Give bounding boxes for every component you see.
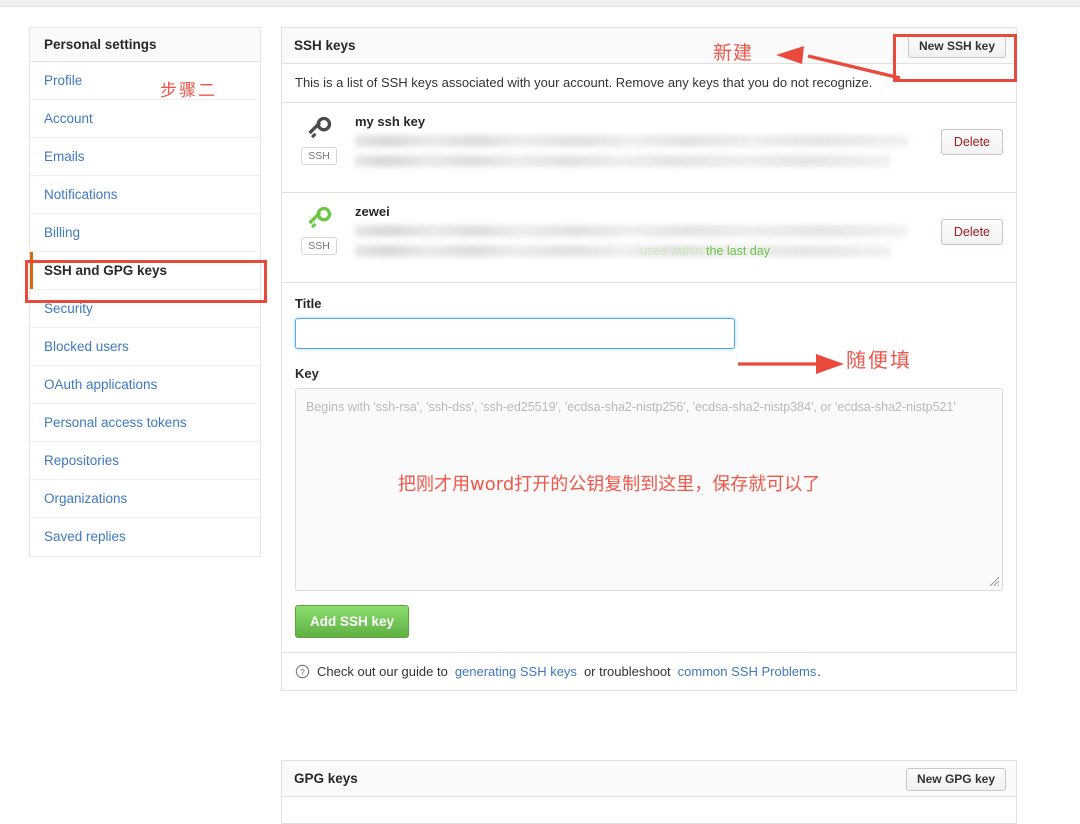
ssh-key-meta-blur [355,155,892,167]
sidebar-item-billing[interactable]: Billing [30,214,260,252]
sidebar-item-label: Notifications [44,187,118,202]
sidebar-item-label: Repositories [44,453,120,468]
ssh-key-name: my ssh key [355,114,426,129]
sidebar-item-organizations[interactable]: Organizations [30,480,260,518]
ssh-key-meta-redacted: used within the last day [355,244,908,260]
ssh-key-icon-group: SSH [295,206,343,255]
sidebar-item-security[interactable]: Security [30,290,260,328]
key-textarea-wrapper: 把刚才用word打开的公钥复制到这里，保存就可以了 [295,388,1003,591]
ssh-key-name: zewei [355,204,390,219]
sidebar-item-notifications[interactable]: Notifications [30,176,260,214]
sidebar-item-label: Saved replies [44,529,126,544]
gpg-keys-body [282,797,1016,823]
gpg-keys-panel: GPG keys New GPG key [281,760,1017,824]
ssh-keys-panel-header: SSH keys New SSH key [282,28,1016,64]
sidebar-item-label: Billing [44,225,81,240]
sidebar-item-label: Organizations [44,491,128,506]
ssh-key-meta-blur [355,245,892,257]
ssh-keys-description: This is a list of SSH keys associated wi… [282,64,1016,103]
sidebar-item-saved-replies[interactable]: Saved replies [30,518,260,556]
ssh-keys-title: SSH keys [294,38,356,53]
sidebar-header: Personal settings [30,28,260,62]
settings-page: Personal settings Profile Account Emails… [0,8,1080,824]
sidebar-item-label: Account [44,111,93,126]
sidebar-item-repositories[interactable]: Repositories [30,442,260,480]
ssh-key-row: SSH zewei used within the last day Delet… [282,193,1016,283]
sidebar-item-label: SSH and GPG keys [44,263,168,278]
svg-text:?: ? [300,667,305,677]
ssh-key-details: my ssh key [355,114,908,170]
sidebar-item-label: Emails [44,149,85,164]
browser-top-strip [0,0,1080,7]
ssh-type-badge: SSH [301,237,337,255]
sidebar-item-label: Personal access tokens [44,415,187,430]
footer-text-after: . [817,664,822,679]
ssh-key-fingerprint-redacted [355,225,908,237]
ssh-key-icon-group: SSH [295,116,343,165]
personal-settings-sidebar: Personal settings Profile Account Emails… [29,27,261,557]
common-ssh-problems-link[interactable]: common SSH Problems [678,664,817,679]
ssh-key-last-used-value: the last day [706,244,770,258]
sidebar-item-profile[interactable]: Profile [30,62,260,100]
ssh-key-last-used-prefix: used within [640,244,703,258]
ssh-key-details: zewei used within the last day [355,204,908,260]
sidebar-item-label: Blocked users [44,339,129,354]
sidebar-item-emails[interactable]: Emails [30,138,260,176]
ssh-key-meta-redacted [355,154,908,170]
gpg-keys-panel-header: GPG keys New GPG key [282,761,1016,797]
ssh-key-row: SSH my ssh key Delete [282,103,1016,193]
ssh-keys-footer: ? Check out our guide to generating SSH … [282,653,1016,690]
sidebar-item-ssh-and-gpg-keys[interactable]: SSH and GPG keys [30,252,260,290]
ssh-type-badge: SSH [301,147,337,165]
footer-text-middle: or troubleshoot [583,664,671,679]
sidebar-item-personal-access-tokens[interactable]: Personal access tokens [30,404,260,442]
title-field-label: Title [295,296,322,311]
add-ssh-key-button[interactable]: Add SSH key [295,605,410,638]
generating-ssh-keys-link[interactable]: generating SSH keys [455,664,577,679]
ssh-key-last-used: used within the last day [640,244,770,258]
gpg-keys-title: GPG keys [294,771,358,786]
new-ssh-key-form: Title Key 把刚才用word打开的公钥复制到这里，保存就可以了 Add … [282,283,1016,653]
sidebar-item-label: Profile [44,73,83,88]
sidebar-item-account[interactable]: Account [30,100,260,138]
delete-ssh-key-button[interactable]: Delete [940,219,1003,245]
ssh-keys-panel: SSH keys New SSH key This is a list of S… [281,27,1017,691]
key-icon [308,206,332,229]
title-input[interactable] [295,318,735,349]
delete-ssh-key-button[interactable]: Delete [940,129,1003,155]
key-field-label: Key [295,366,319,381]
sidebar-item-oauth-applications[interactable]: OAuth applications [30,366,260,404]
footer-text-before: Check out our guide to [317,664,448,679]
key-textarea[interactable] [295,388,1003,591]
sidebar-item-label: OAuth applications [44,377,158,392]
new-ssh-key-button[interactable]: New SSH key [907,35,1006,58]
sidebar-item-label: Security [44,301,93,316]
sidebar-item-blocked-users[interactable]: Blocked users [30,328,260,366]
key-icon [308,116,332,139]
question-circle-icon: ? [295,664,310,679]
ssh-key-fingerprint-redacted [355,135,908,147]
new-gpg-key-button[interactable]: New GPG key [905,768,1006,791]
